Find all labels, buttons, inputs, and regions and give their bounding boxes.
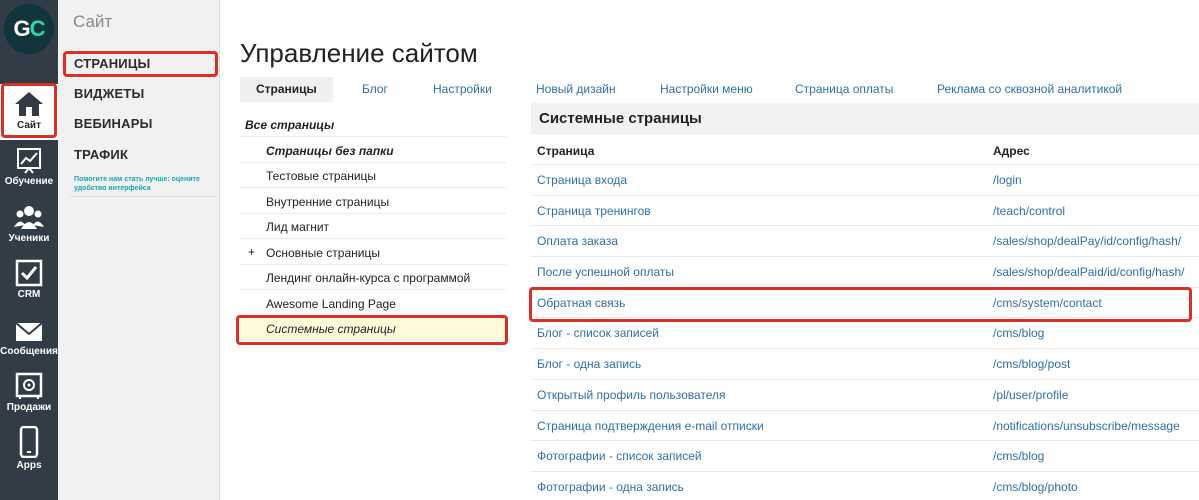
address-link[interactable]: /cms/blog bbox=[993, 326, 1044, 340]
address-link[interactable]: /cms/blog bbox=[993, 449, 1044, 463]
table-row: Страница входа/login bbox=[531, 165, 1199, 196]
page-link[interactable]: Блог - одна запись bbox=[537, 357, 641, 371]
safe-icon bbox=[15, 372, 43, 399]
table-row: После успешной оплаты/sales/shop/dealPai… bbox=[531, 257, 1199, 288]
main-rail: GC Сайт Обучение Ученики CRM Сообщения П… bbox=[0, 0, 58, 500]
address-link[interactable]: /login bbox=[993, 173, 1022, 187]
table-header: Страница Адрес bbox=[531, 135, 1199, 165]
folder-item-system[interactable]: Системные страницы bbox=[240, 316, 506, 341]
tab-menu-settings[interactable]: Настройки меню bbox=[660, 77, 753, 102]
divider bbox=[70, 196, 216, 197]
subnav-item-traffic[interactable]: ТРАФИК bbox=[74, 147, 128, 162]
table-row: Открытый профиль пользователя/pl/user/pr… bbox=[531, 380, 1199, 411]
column-header-address: Адрес bbox=[993, 144, 1030, 158]
section-sidebar: Сайт СТРАНИЦЫ ВИДЖЕТЫ ВЕБИНАРЫ ТРАФИК По… bbox=[58, 0, 220, 500]
envelope-icon bbox=[15, 322, 43, 341]
address-link[interactable]: /pl/user/profile bbox=[993, 388, 1068, 402]
page-link[interactable]: Оплата заказа bbox=[537, 234, 618, 248]
phone-icon bbox=[19, 426, 39, 458]
folder-item[interactable]: + Основные страницы bbox=[240, 240, 506, 265]
rail-item-students[interactable]: Ученики bbox=[0, 203, 58, 253]
system-pages-panel: Системные страницы Страница Адрес Страни… bbox=[531, 103, 1199, 500]
page-link[interactable]: Обратная связь bbox=[537, 296, 625, 310]
section-title: Сайт bbox=[73, 12, 113, 31]
address-link[interactable]: /cms/blog/photo bbox=[993, 480, 1078, 494]
tab-payment-page[interactable]: Страница оплаты bbox=[795, 77, 893, 102]
rail-item-messages[interactable]: Сообщения bbox=[0, 320, 58, 370]
table-row: Блог - список записей/cms/blog bbox=[531, 318, 1199, 350]
page-link[interactable]: Страница входа bbox=[537, 173, 627, 187]
checkbox-icon bbox=[15, 259, 43, 287]
rail-item-apps[interactable]: Apps bbox=[0, 426, 58, 476]
page-link[interactable]: Фотографии - список записей bbox=[537, 449, 702, 463]
folder-item[interactable]: Лид магнит bbox=[240, 214, 506, 239]
table-row-feedback: Обратная связь/cms/system/contact bbox=[531, 288, 1199, 319]
page-link[interactable]: Страница подтверждения e-mail отписки bbox=[537, 419, 764, 433]
tab-ads-analytics[interactable]: Реклама со сквозной аналитикой bbox=[937, 77, 1122, 102]
page-link[interactable]: Страница тренингов bbox=[537, 204, 651, 218]
address-link[interactable]: /cms/blog/post bbox=[993, 357, 1070, 371]
expand-icon[interactable]: + bbox=[248, 245, 255, 259]
tab-settings[interactable]: Настройки bbox=[433, 77, 492, 102]
table-row: Блог - одна запись/cms/blog/post bbox=[531, 349, 1199, 380]
folder-item[interactable]: Awesome Landing Page bbox=[240, 291, 506, 316]
address-link[interactable]: /notifications/unsubscribe/message bbox=[993, 419, 1180, 433]
home-icon bbox=[15, 92, 43, 116]
page-link[interactable]: После успешной оплаты bbox=[537, 265, 674, 279]
folder-item[interactable]: Внутренние страницы bbox=[240, 189, 506, 214]
subnav-item-widgets[interactable]: ВИДЖЕТЫ bbox=[74, 86, 144, 101]
rail-item-sales[interactable]: Продажи bbox=[0, 372, 58, 422]
panel-title: Системные страницы bbox=[531, 103, 1199, 135]
gc-logo[interactable]: GC bbox=[4, 4, 54, 54]
address-link[interactable]: /cms/system/contact bbox=[993, 296, 1102, 310]
table-row: Оплата заказа/sales/shop/dealPay/id/conf… bbox=[531, 226, 1199, 258]
column-header-page: Страница bbox=[537, 144, 595, 158]
folder-item[interactable]: Тестовые страницы bbox=[240, 163, 506, 188]
page-title: Управление сайтом bbox=[240, 38, 478, 68]
address-link[interactable]: /sales/shop/dealPay/id/config/hash/ bbox=[993, 234, 1181, 248]
table-row: Фотографии - список записей/cms/blog bbox=[531, 441, 1199, 472]
subnav-item-pages[interactable]: СТРАНИЦЫ bbox=[74, 56, 150, 71]
subnav-item-webinars[interactable]: ВЕБИНАРЫ bbox=[74, 116, 153, 131]
rail-item-site[interactable]: Сайт bbox=[0, 84, 58, 140]
address-link[interactable]: /teach/control bbox=[993, 204, 1065, 218]
feedback-link[interactable]: Помогите нам стать лучше: оцените удобст… bbox=[74, 175, 214, 193]
table-row: Страница тренингов/teach/control bbox=[531, 196, 1199, 227]
tab-pages[interactable]: Страницы bbox=[240, 77, 333, 102]
tab-new-design[interactable]: Новый дизайн bbox=[536, 77, 616, 102]
chart-board-icon bbox=[17, 148, 41, 174]
table-row: Страница подтверждения e-mail отписки/no… bbox=[531, 411, 1199, 442]
page-link[interactable]: Открытый профиль пользователя bbox=[537, 388, 726, 402]
rail-item-crm[interactable]: CRM bbox=[0, 259, 58, 309]
folder-item-all[interactable]: Все страницы bbox=[240, 112, 506, 137]
tab-blog[interactable]: Блог bbox=[362, 77, 388, 102]
folder-item[interactable]: Лендинг онлайн-курса с программой bbox=[240, 265, 506, 290]
users-icon bbox=[14, 206, 44, 229]
address-link[interactable]: /sales/shop/dealPaid/id/config/hash/ bbox=[993, 265, 1184, 279]
page-link[interactable]: Фотографии - одна запись bbox=[537, 480, 684, 494]
folder-item[interactable]: Страницы без папки bbox=[240, 138, 506, 163]
table-row: Фотографии - одна запись/cms/blog/photo bbox=[531, 472, 1199, 500]
rail-item-learning[interactable]: Обучение bbox=[0, 146, 58, 196]
page-link[interactable]: Блог - список записей bbox=[537, 326, 659, 340]
